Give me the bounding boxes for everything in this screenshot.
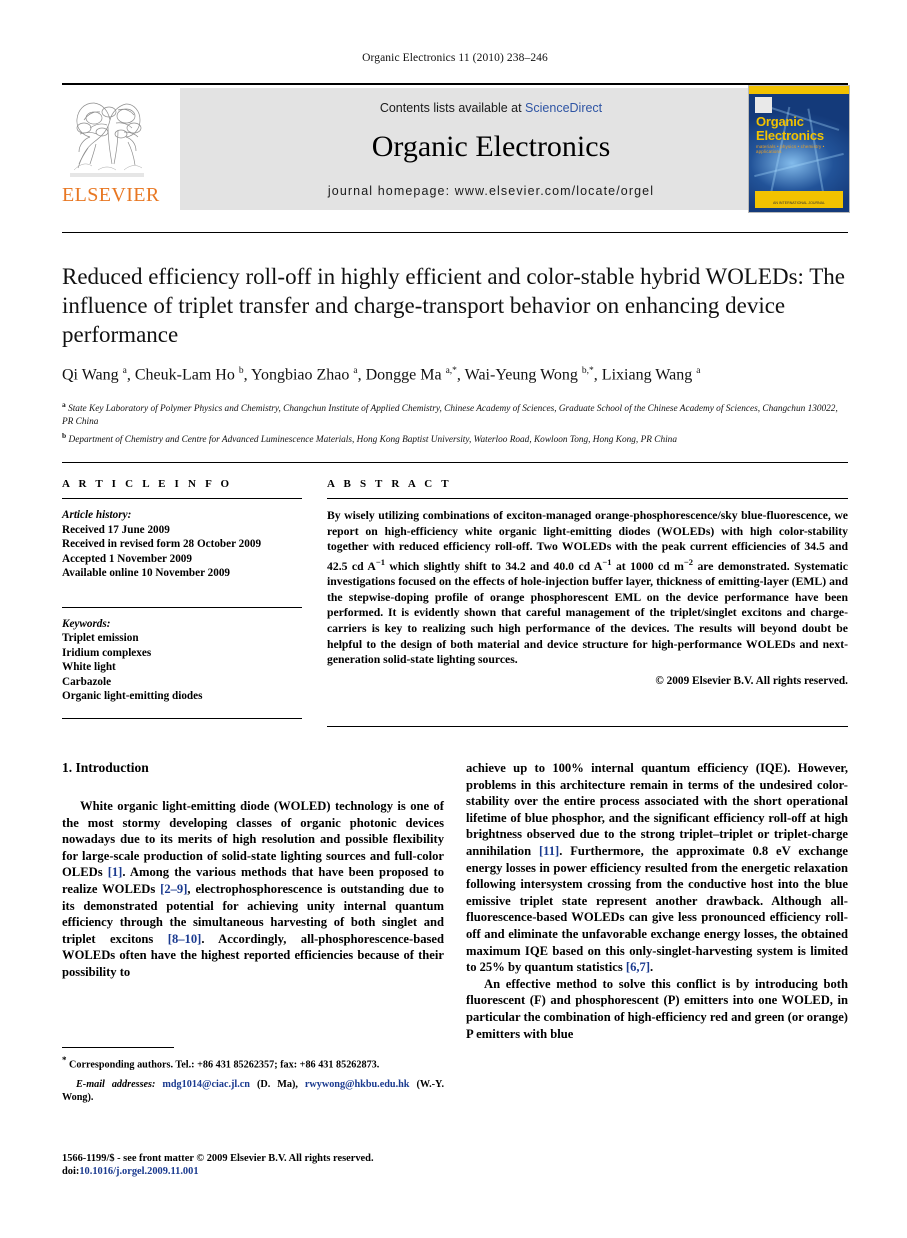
keyword-item: Triplet emission	[62, 632, 139, 644]
affiliation-b-text: Department of Chemistry and Centre for A…	[68, 435, 677, 446]
article-history-item: Accepted 1 November 2009	[62, 552, 192, 565]
section-title-introduction: 1. Introduction	[62, 760, 149, 775]
affiliation-a: a State Key Laboratory of Polymer Physic…	[62, 400, 838, 428]
article-info-column: A R T I C L E I N F O Article history: R…	[62, 478, 302, 704]
sciencedirect-link[interactable]: ScienceDirect	[525, 101, 602, 115]
page-title: Reduced efficiency roll-off in highly ef…	[62, 264, 846, 347]
abstract-text: By wisely utilizing combinations of exci…	[327, 509, 848, 667]
affiliations: a State Key Laboratory of Polymer Physic…	[62, 398, 850, 447]
cover-title-line1: Organic	[756, 114, 804, 129]
author-list: Qi Wang a, Cheuk-Lam Ho b, Yongbiao Zhao…	[62, 366, 701, 384]
article-info-bottom-rule	[62, 718, 302, 719]
elsevier-tree-icon	[64, 90, 150, 182]
corresponding-author-note: * Corresponding authors. Tel.: +86 431 8…	[62, 1055, 380, 1071]
journal-homepage-link[interactable]: journal homepage: www.elsevier.com/locat…	[180, 184, 802, 198]
abstract-bottom-rule	[327, 726, 848, 727]
contents-prefix-text: Contents lists available at	[379, 101, 526, 115]
info-section-top-rule	[62, 462, 848, 463]
abstract-rule	[327, 498, 848, 499]
article-history-item: Received 17 June 2009	[62, 523, 170, 536]
doi-label: doi:	[62, 1166, 80, 1178]
journal-cover-thumbnail: Organic Electronics materials • physics …	[748, 85, 850, 213]
keywords-block: Keywords: Triplet emission Iridium compl…	[62, 606, 302, 704]
elsevier-logo: ELSEVIER	[62, 88, 160, 210]
frontmatter-line: 1566-1199/$ - see front matter © 2009 El…	[62, 1153, 374, 1164]
cover-bottom-bar	[755, 191, 843, 208]
abstract-column: A B S T R A C T By wisely utilizing comb…	[327, 478, 848, 687]
article-history-label: Article history:	[62, 509, 132, 521]
cover-bottom-text: AN INTERNATIONAL JOURNAL	[772, 201, 826, 205]
article-info-heading: A R T I C L E I N F O	[62, 478, 233, 490]
keyword-item: Iridium complexes	[62, 646, 152, 659]
doi-link[interactable]: 10.1016/j.orgel.2009.11.001	[79, 1166, 198, 1177]
paper-page: Organic Electronics 11 (2010) 238–246 EL…	[0, 0, 907, 1238]
footnote-separator-rule	[62, 1047, 174, 1048]
cover-title-line2: Electronics	[756, 128, 824, 143]
cover-subtitle: materials • physics • chemistry • applic…	[756, 144, 825, 154]
footnotes-block: * Corresponding authors. Tel.: +86 431 8…	[62, 1054, 444, 1105]
keyword-item: White light	[62, 661, 116, 673]
frontmatter-block: 1566-1199/$ - see front matter © 2009 El…	[62, 1152, 452, 1179]
keyword-item: Carbazole	[62, 675, 112, 688]
journal-masthead: ELSEVIER Contents lists available at Sci…	[62, 83, 850, 213]
masthead-center-panel: Contents lists available at ScienceDirec…	[180, 88, 802, 210]
affiliation-b: b Department of Chemistry and Centre for…	[62, 431, 677, 446]
keywords-label: Keywords:	[62, 617, 111, 630]
article-info-rule	[62, 498, 302, 499]
journal-title: Organic Electronics	[371, 130, 611, 163]
body-paragraph: An effective method to solve this confli…	[466, 976, 848, 1041]
article-history-item: Available online 10 November 2009	[62, 567, 231, 579]
cover-elsevier-mark-icon	[755, 97, 772, 113]
email-addresses-note: E-mail addresses: mdg1014@ciac.jl.cn (D.…	[62, 1078, 444, 1104]
body-paragraph: achieve up to 100% internal quantum effi…	[466, 761, 849, 975]
keywords-rule	[62, 606, 302, 608]
elsevier-wordmark: ELSEVIER	[62, 184, 160, 206]
doi-line: doi:10.1016/j.orgel.2009.11.001	[62, 1165, 452, 1178]
keyword-item: Organic light-emitting diodes	[62, 690, 203, 702]
body-column-left: 1. Introduction White organic light-emit…	[62, 760, 444, 981]
masthead-top-rule	[62, 83, 848, 85]
cover-top-bar	[749, 86, 849, 94]
title-separator-rule	[62, 232, 848, 233]
abstract-heading: A B S T R A C T	[327, 478, 452, 490]
body-paragraph: White organic light-emitting diode (WOLE…	[62, 799, 444, 979]
article-history-item: Received in revised form 28 October 2009	[62, 538, 262, 550]
body-column-right: achieve up to 100% internal quantum effi…	[466, 760, 848, 1042]
contents-available-line: Contents lists available at ScienceDirec…	[180, 101, 802, 115]
abstract-copyright: © 2009 Elsevier B.V. All rights reserved…	[655, 674, 848, 687]
affiliation-a-text: State Key Laboratory of Polymer Physics …	[62, 404, 838, 428]
running-head: Organic Electronics 11 (2010) 238–246	[362, 52, 548, 64]
